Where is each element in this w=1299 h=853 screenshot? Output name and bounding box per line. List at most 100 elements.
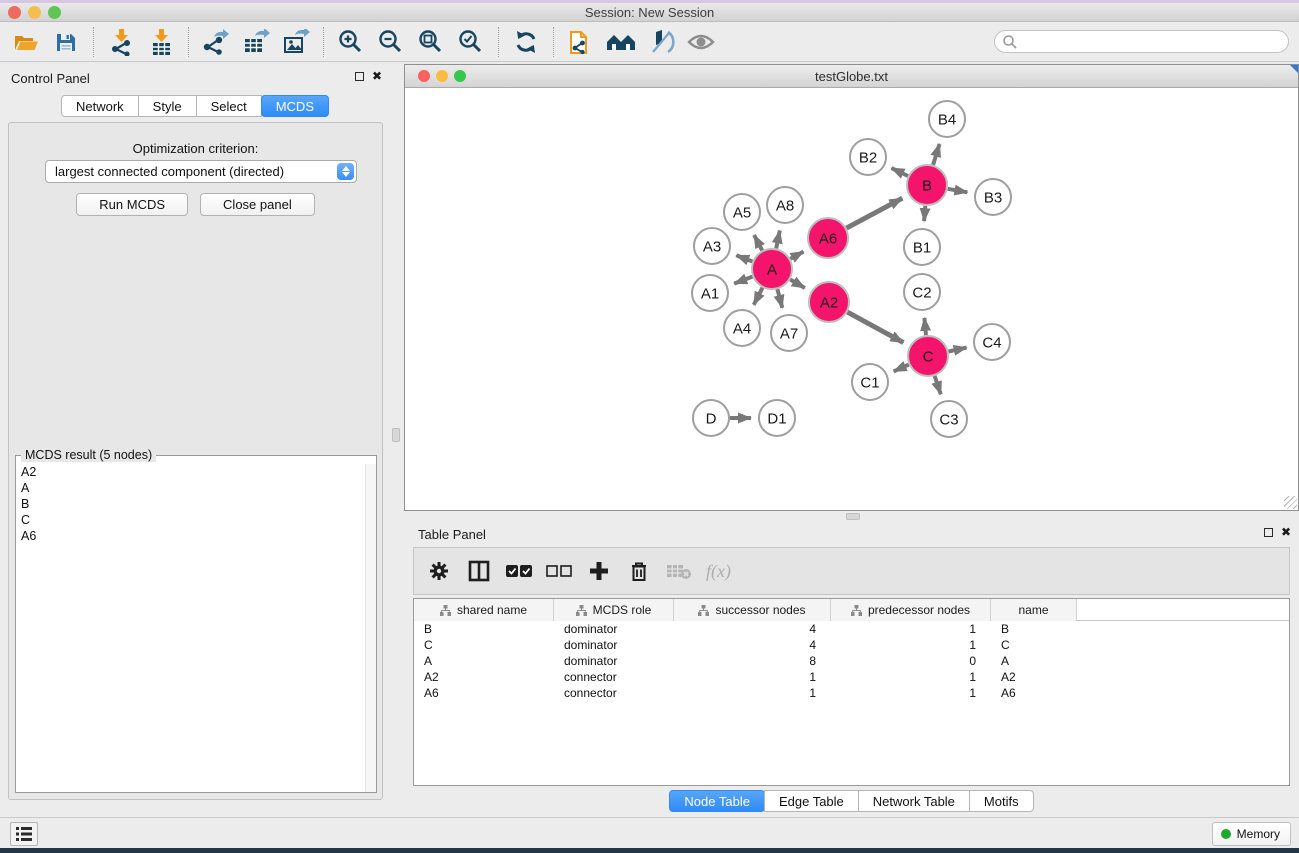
tab-network-table[interactable]: Network Table [858,790,970,812]
tab-network[interactable]: Network [61,95,139,117]
mcds-result-item[interactable]: B [17,496,364,512]
graph-node-B1[interactable]: B1 [904,229,940,265]
table-row[interactable]: Bdominator41B [414,621,1289,637]
network-window-titlebar[interactable]: testGlobe.txt [405,65,1298,88]
close-panel-icon[interactable]: ✖ [372,71,382,81]
node-table[interactable]: shared nameMCDS rolesuccessor nodesprede… [413,598,1290,786]
graph-edge-A-A7[interactable] [777,289,782,308]
hide-graphics-details-button[interactable] [641,25,681,59]
graph-node-B[interactable]: B [907,165,947,205]
task-history-button[interactable] [10,822,38,846]
graph-edge-A-A1[interactable] [734,277,752,284]
tab-select[interactable]: Select [196,95,262,117]
graph-edge-C-C1[interactable] [894,365,909,372]
graph-node-C2[interactable]: C2 [904,274,940,310]
graph-node-C3[interactable]: C3 [931,401,967,437]
mcds-result-list[interactable]: A2ABCA6 [17,464,364,791]
table-settings-button[interactable] [426,558,452,584]
zoom-fit-button[interactable] [411,25,451,59]
create-column-button[interactable] [586,558,612,584]
column-header-successor-nodes[interactable]: successor nodes [674,599,831,621]
graph-node-B2[interactable]: B2 [850,139,886,175]
graph-node-A3[interactable]: A3 [694,228,730,264]
tab-style[interactable]: Style [138,95,197,117]
graph-node-A[interactable]: A [752,249,792,289]
graph-node-C4[interactable]: C4 [974,324,1010,360]
graph-edge-A-A5[interactable] [754,235,762,250]
graph-edge-A-A8[interactable] [776,231,780,249]
criterion-select[interactable]: largest connected component (directed) [45,160,357,183]
graph-node-A1[interactable]: A1 [692,275,728,311]
horizontal-splitter-grip[interactable] [846,513,860,520]
column-header-predecessor-nodes[interactable]: predecessor nodes [831,599,991,621]
import-network-button[interactable] [101,25,141,59]
close-table-panel-icon[interactable]: ✖ [1281,527,1291,537]
graph-node-A4[interactable]: A4 [724,310,760,346]
graph-node-C1[interactable]: C1 [852,364,888,400]
graph-edge-B-B2[interactable] [892,168,909,176]
graph-node-A8[interactable]: A8 [767,187,803,223]
tab-node-table[interactable]: Node Table [669,790,765,812]
graph-edge-A-A6[interactable] [790,252,803,259]
deselect-all-button[interactable] [546,558,572,584]
export-table-button[interactable] [236,25,276,59]
column-header-shared-name[interactable]: shared name [414,599,554,621]
home-button[interactable] [601,25,641,59]
graph-edge-A2-C[interactable] [847,312,903,343]
network-canvas[interactable]: AA1A2A3A4A5A6A7A8BB1B2B3B4CC1C2C3C4DD1 [405,88,1298,510]
graph-node-B3[interactable]: B3 [975,179,1011,215]
save-session-button[interactable] [46,25,86,59]
mcds-result-scrollbar[interactable] [365,464,376,792]
graph-edge-B-B3[interactable] [948,189,968,193]
graph-edge-C-C2[interactable] [924,318,926,335]
table-row[interactable]: A6connector11A6 [414,685,1289,701]
graph-edge-A-A2[interactable] [790,280,805,289]
mcds-result-item[interactable]: C [17,512,364,528]
zoom-selected-button[interactable] [451,25,491,59]
import-table-button[interactable] [141,25,181,59]
graph-node-A7[interactable]: A7 [771,315,807,351]
show-column-button[interactable] [466,558,492,584]
table-row[interactable]: Adominator80A [414,653,1289,669]
graph-edge-B-B1[interactable] [924,206,925,221]
column-header-name[interactable]: name [991,599,1077,621]
tab-mcds[interactable]: MCDS [261,95,329,117]
vertical-splitter-grip[interactable] [392,428,400,442]
refresh-button[interactable] [506,25,546,59]
graph-node-A6[interactable]: A6 [808,218,848,258]
float-panel-icon[interactable] [355,72,364,81]
graph-node-A2[interactable]: A2 [809,282,849,322]
mcds-result-item[interactable]: A6 [17,528,364,544]
graph-node-D[interactable]: D [693,400,729,436]
graph-edge-A-A3[interactable] [736,255,752,261]
mcds-result-item[interactable]: A [17,480,364,496]
run-mcds-button[interactable]: Run MCDS [76,193,188,216]
graph-edge-A6-B[interactable] [847,198,903,228]
new-network-from-file-button[interactable] [561,25,601,59]
zoom-out-button[interactable] [371,25,411,59]
graph-node-D1[interactable]: D1 [759,400,795,436]
column-header-MCDS-role[interactable]: MCDS role [554,599,674,621]
graph-edge-B-B4[interactable] [933,144,939,165]
graph-node-A5[interactable]: A5 [724,194,760,230]
search-input[interactable] [994,30,1289,53]
select-all-button[interactable] [506,558,532,584]
graph-edge-C-C4[interactable] [949,348,967,352]
zoom-in-button[interactable] [331,25,371,59]
tab-edge-table[interactable]: Edge Table [764,790,859,812]
function-builder-button[interactable]: f(x) [706,558,731,584]
tab-motifs[interactable]: Motifs [969,790,1034,812]
table-row[interactable]: Cdominator41C [414,637,1289,653]
export-image-button[interactable] [276,25,316,59]
show-graphics-details-button[interactable] [681,25,721,59]
delete-column-button[interactable] [626,558,652,584]
graph-node-C[interactable]: C [908,336,948,376]
table-row[interactable]: A2connector11A2 [414,669,1289,685]
window-resize-grip[interactable] [1284,496,1297,509]
float-table-panel-icon[interactable] [1264,528,1273,537]
graph-edge-A-A4[interactable] [754,288,763,305]
mcds-result-item[interactable]: A2 [17,464,364,480]
delete-table-button[interactable] [666,558,692,584]
open-file-button[interactable] [6,25,46,59]
graph-edge-C-C3[interactable] [935,376,941,394]
